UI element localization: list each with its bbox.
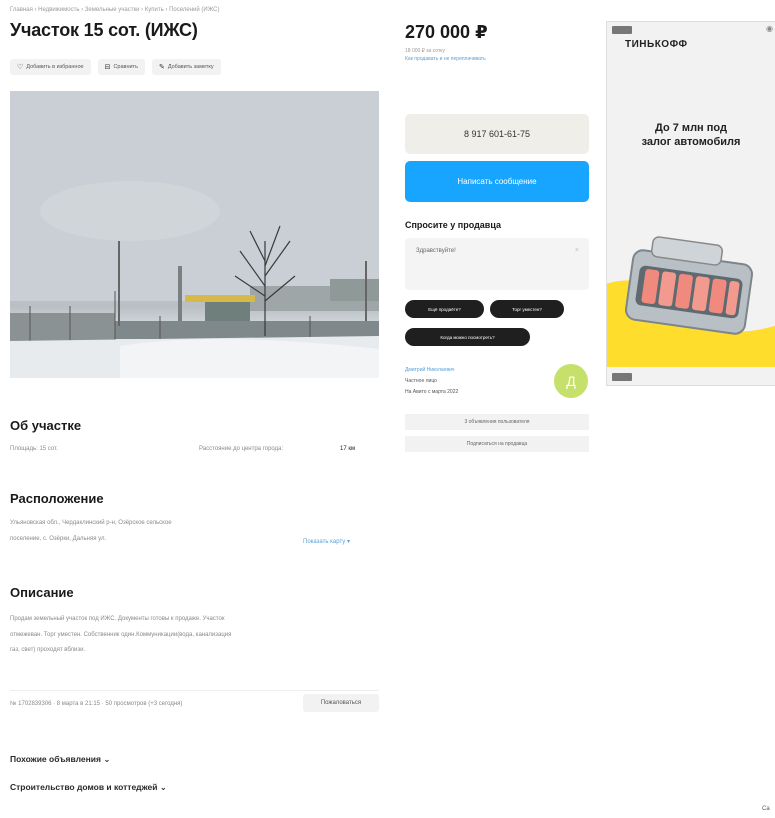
ask-seller-text: Здравствуйте! xyxy=(416,248,456,254)
construction-link[interactable]: Строительство домов и коттеджей ⌄ xyxy=(10,782,167,793)
compare-label: Сравнить xyxy=(113,64,138,70)
description-line-1: Продам земельный участок под ИЖС. Докуме… xyxy=(10,616,225,622)
quick-question-bargain[interactable]: Торг уместен? xyxy=(490,300,564,318)
ad-brand-logo: ТИНЬКОФФ xyxy=(625,39,688,50)
price-per-sotka: 18 000 ₽ за сотку xyxy=(405,48,445,54)
quick-question-when-view[interactable]: Когда можно посмотреть? xyxy=(405,328,530,346)
listing-meta: № 1702839306 · 8 марта в 21:15 · 50 прос… xyxy=(10,701,183,707)
card-wallet-illustration xyxy=(607,236,775,367)
seller-since: На Авито с марта 2022 xyxy=(405,389,459,395)
show-phone-button[interactable]: 8 917 601-61-75 xyxy=(405,114,589,154)
seller-type: Частное лицо xyxy=(405,378,437,384)
description-line-2: отмежеван. Торг уместен. Собственник оди… xyxy=(10,632,232,638)
avatar[interactable]: Д xyxy=(554,364,588,398)
quick-question-still-selling[interactable]: Ещё продаёте? xyxy=(405,300,484,318)
complain-button[interactable]: Пожаловаться xyxy=(303,694,379,712)
breadcrumb[interactable]: Главная › Недвижимость › Земельные участ… xyxy=(10,7,220,13)
clear-icon[interactable]: × xyxy=(575,247,579,254)
description-line-3: газ, свет) проходят вблизи. xyxy=(10,647,86,653)
address-line-1: Ульяновская обл., Чердаклинский р-н, Озё… xyxy=(10,520,172,526)
close-icon[interactable]: ◉ xyxy=(766,24,773,33)
price: 270 000 ₽ xyxy=(405,22,488,42)
ad-headline-line-2: залог автомобиля xyxy=(641,136,741,148)
area-value: Площадь: 15 сот. xyxy=(10,446,58,452)
write-message-button[interactable]: Написать сообщение xyxy=(405,161,589,202)
footer-fragment: Са xyxy=(762,806,770,812)
compare-button[interactable]: ⊟ Сравнить xyxy=(97,59,145,75)
ad-label-icon xyxy=(612,26,632,34)
distance-value: 17 км xyxy=(340,446,356,452)
ad-headline-line-1: До 7 млн под xyxy=(655,122,727,134)
description-heading: Описание xyxy=(10,585,74,600)
add-to-favorites-label: Добавить в избранное xyxy=(26,64,84,70)
price-info-link[interactable]: Как продавать и не переплачивать xyxy=(405,56,486,62)
advertisement-banner[interactable]: ◉ ТИНЬКОФФ До 7 млн под залог автомобиля xyxy=(606,21,775,386)
similar-listings-link[interactable]: Похожие объявления ⌄ xyxy=(10,754,110,765)
about-heading: Об участке xyxy=(10,418,82,433)
page-title: Участок 15 сот. (ИЖС) xyxy=(10,20,198,40)
add-note-button[interactable]: ✎ Добавить заметку xyxy=(151,59,221,75)
add-note-label: Добавить заметку xyxy=(167,64,214,70)
seller-name-link[interactable]: Дмитрий Николаевич xyxy=(405,367,455,373)
ask-seller-input[interactable]: Здравствуйте! × xyxy=(405,238,589,290)
show-map-link[interactable]: Показать карту ▾ xyxy=(303,538,350,545)
winter-field-photo xyxy=(10,91,379,378)
distance-label: Расстояние до центра города: xyxy=(199,446,284,452)
address-line-2: поселение, с. Озёрки, Дальняя ул. xyxy=(10,536,107,542)
subscribe-seller-button[interactable]: Подписаться на продавца xyxy=(405,436,589,452)
heart-icon: ♡ xyxy=(17,64,24,71)
divider xyxy=(10,690,379,691)
listing-actions: ♡ Добавить в избранное ⊟ Сравнить ✎ Доба… xyxy=(10,59,221,75)
add-to-favorites-button[interactable]: ♡ Добавить в избранное xyxy=(10,59,91,75)
seller-listings-button[interactable]: 3 объявления пользователя xyxy=(405,414,589,430)
ask-seller-heading: Спросите у продавца xyxy=(405,220,501,230)
compare-icon: ⊟ xyxy=(104,64,111,71)
ad-source-icon xyxy=(612,373,632,381)
location-heading: Расположение xyxy=(10,491,104,506)
note-icon: ✎ xyxy=(158,64,165,71)
ad-headline: До 7 млн под залог автомобиля xyxy=(615,121,767,149)
listing-photo[interactable] xyxy=(10,91,379,378)
